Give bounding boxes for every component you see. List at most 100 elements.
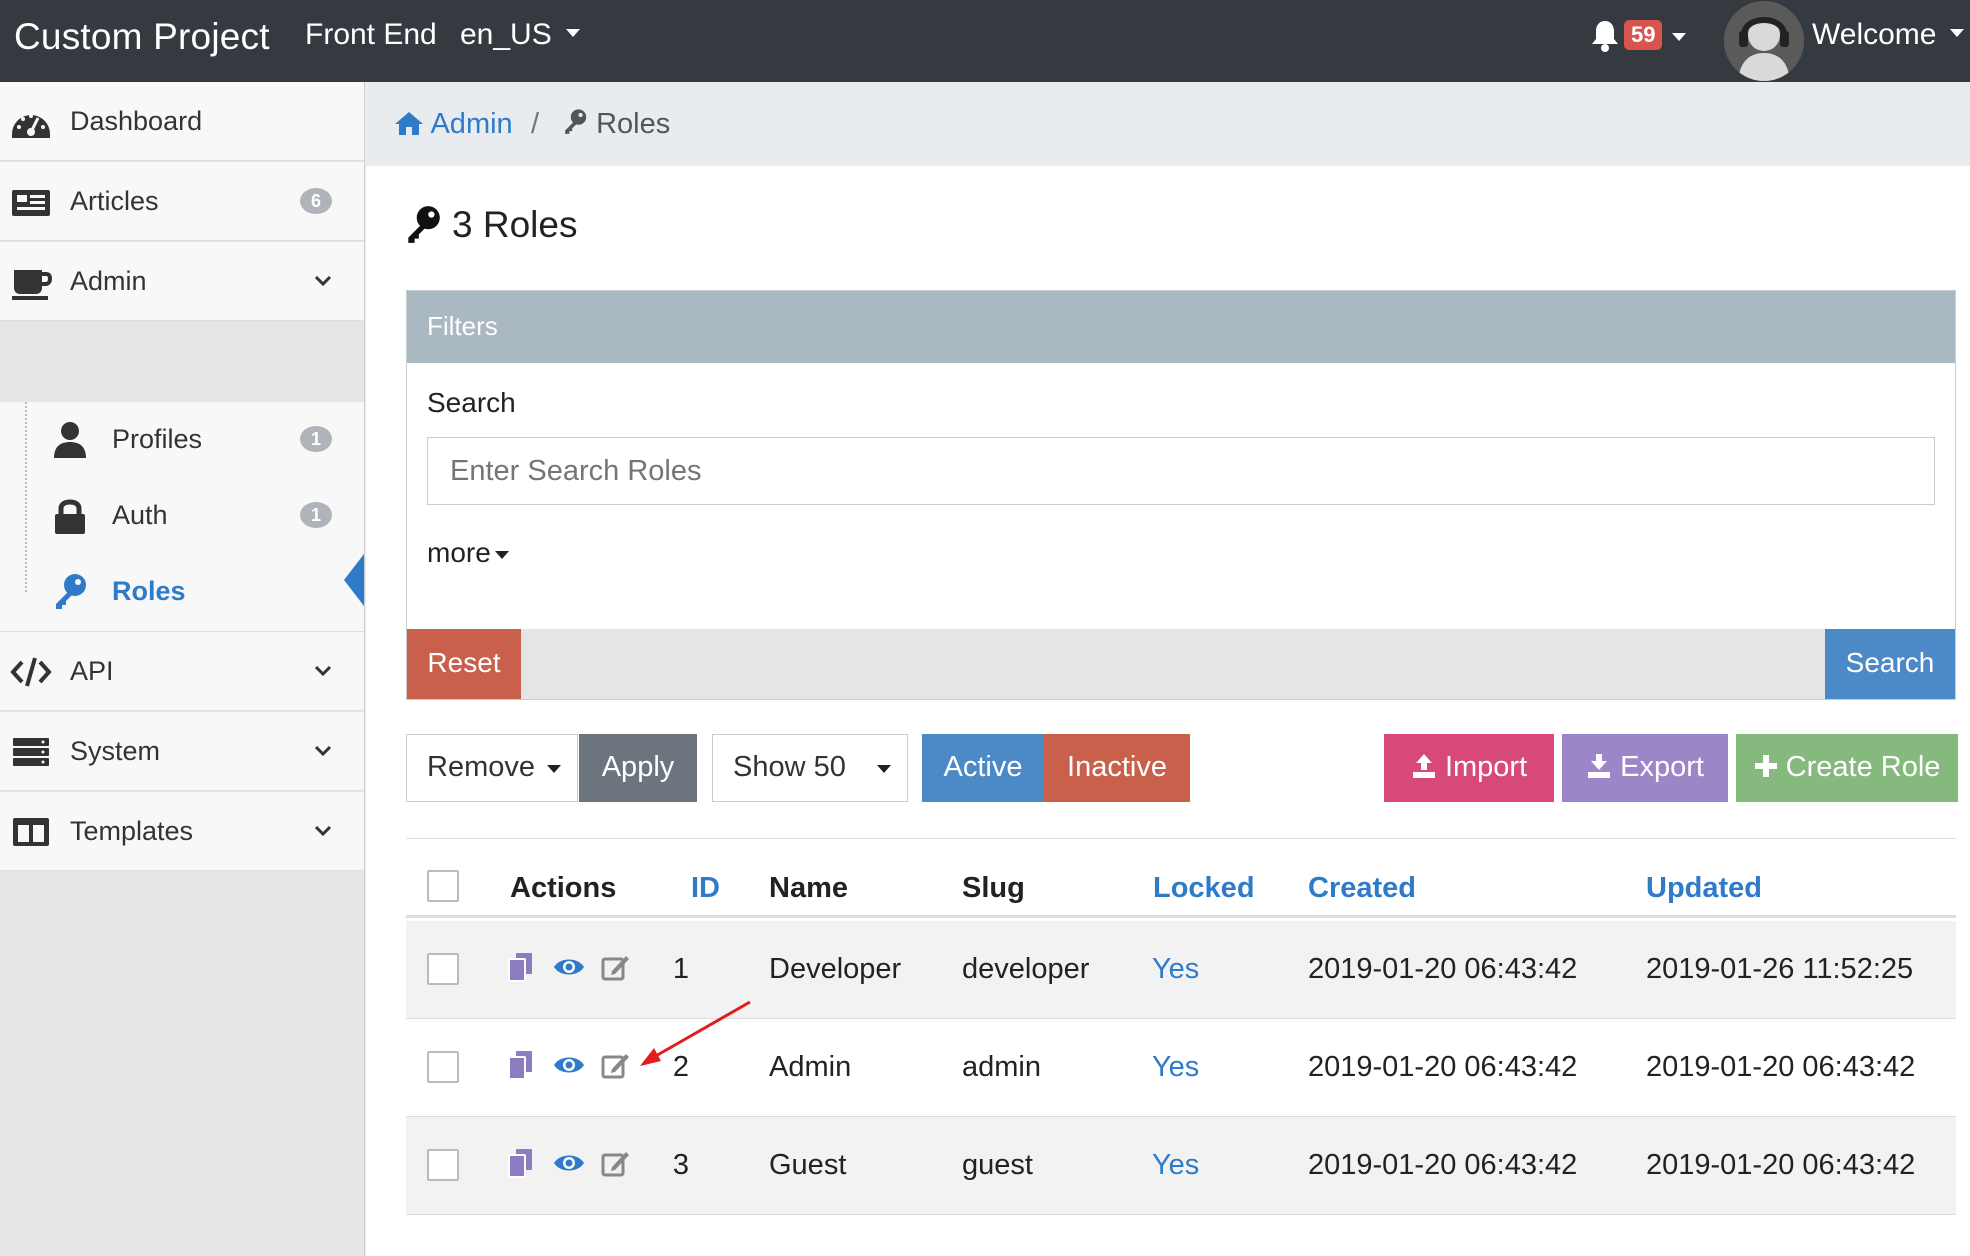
active-indicator	[344, 554, 364, 606]
column-header-locked[interactable]: Locked	[1153, 872, 1255, 905]
brand-title[interactable]: Custom Project	[14, 16, 270, 58]
search-input[interactable]	[427, 437, 1935, 505]
breadcrumb-current: Roles	[562, 108, 670, 141]
sidebar-item-templates[interactable]: Templates	[0, 792, 364, 871]
sidebar-item-roles[interactable]: Roles	[0, 554, 364, 626]
bell-icon[interactable]	[1590, 19, 1620, 53]
cell-name: Admin	[769, 1051, 852, 1083]
sidebar-item-label: Auth	[112, 500, 168, 530]
sidebar-item-label: Roles	[112, 576, 186, 606]
column-header-id[interactable]: ID	[691, 872, 720, 905]
front-end-link[interactable]: Front End	[305, 18, 437, 52]
copy-icon[interactable]	[506, 1147, 536, 1179]
caret-down-icon	[877, 765, 891, 773]
row-checkbox[interactable]	[427, 1149, 459, 1181]
sidebar-item-auth[interactable]: Auth 1	[0, 478, 364, 550]
column-header-updated[interactable]: Updated	[1646, 872, 1762, 905]
sidebar-item-label: Templates	[70, 815, 194, 846]
copy-icon[interactable]	[506, 1049, 536, 1081]
edit-icon[interactable]	[600, 1049, 630, 1081]
locale-dropdown[interactable]: en_US	[460, 18, 580, 52]
active-filter-button[interactable]: Active	[922, 734, 1044, 802]
edit-icon[interactable]	[600, 1147, 630, 1179]
cell-slug: admin	[962, 1051, 1041, 1083]
sidebar-item-label: Articles	[70, 185, 159, 216]
cell-created: 2019-01-20 06:43:42	[1308, 953, 1578, 985]
breadcrumb-admin-link[interactable]: Admin	[394, 108, 513, 141]
copy-icon[interactable]	[506, 951, 536, 983]
caret-down-icon	[565, 29, 580, 38]
cell-updated: 2019-01-20 06:43:42	[1646, 1149, 1916, 1181]
column-header-created[interactable]: Created	[1308, 872, 1416, 905]
filters-panel: Filters Search more Reset Search	[406, 290, 1956, 700]
row-checkbox[interactable]	[427, 953, 459, 985]
bulk-action-value: Remove	[427, 751, 535, 783]
user-avatar-icon	[1724, 1, 1804, 81]
top-navbar: Custom Project Front End en_US 59 Welcom…	[0, 0, 1970, 82]
bulk-action-select[interactable]: Remove	[406, 734, 578, 802]
cell-locked[interactable]: Yes	[1152, 1149, 1199, 1182]
eye-icon[interactable]	[552, 1147, 586, 1179]
search-button[interactable]: Search	[1825, 629, 1955, 699]
table-header: Actions ID Name Slug Locked Created Upda…	[406, 856, 1956, 918]
notification-count-badge: 59	[1624, 20, 1663, 50]
caret-down-icon	[1950, 29, 1965, 38]
main-content: 3 Roles Filters Search more Reset Search…	[366, 166, 1970, 1256]
export-label: Export	[1620, 751, 1704, 783]
sidebar-item-articles[interactable]: Articles 6	[0, 162, 364, 241]
key-icon	[56, 574, 86, 609]
newspaper-icon	[12, 190, 50, 216]
import-button[interactable]: Import	[1384, 734, 1554, 802]
page-title: 3 Roles	[404, 204, 577, 246]
upload-icon	[1412, 754, 1435, 778]
edit-icon[interactable]	[600, 951, 630, 983]
cell-id: 3	[672, 1149, 689, 1181]
home-icon	[395, 112, 423, 135]
page-size-value: Show 50	[733, 751, 846, 783]
cell-locked[interactable]: Yes	[1152, 953, 1199, 986]
cell-created: 2019-01-20 06:43:42	[1308, 1149, 1578, 1181]
column-header-name: Name	[769, 872, 848, 904]
count-badge: 6	[300, 188, 332, 214]
code-icon	[10, 657, 52, 687]
caret-down-icon[interactable]	[1672, 33, 1686, 41]
create-role-button[interactable]: Create Role	[1736, 734, 1958, 802]
chevron-down-icon	[314, 825, 332, 837]
eye-icon[interactable]	[552, 951, 586, 983]
create-role-label: Create Role	[1785, 751, 1941, 783]
caret-down-icon	[494, 550, 509, 559]
export-button[interactable]: Export	[1562, 734, 1728, 802]
breadcrumb-separator: /	[531, 108, 540, 140]
cell-locked[interactable]: Yes	[1152, 1051, 1199, 1084]
caret-down-icon	[547, 765, 561, 773]
row-checkbox[interactable]	[427, 1051, 459, 1083]
welcome-dropdown[interactable]: Welcome	[1812, 18, 1965, 52]
avatar[interactable]	[1724, 1, 1804, 81]
reset-button[interactable]: Reset	[407, 629, 521, 699]
key-icon	[408, 206, 440, 243]
sidebar-item-dashboard[interactable]: Dashboard	[0, 82, 364, 161]
sidebar-item-profiles[interactable]: Profiles 1	[0, 402, 364, 474]
key-icon	[565, 109, 587, 134]
more-filters-toggle[interactable]: more	[427, 537, 509, 569]
inactive-filter-button[interactable]: Inactive	[1044, 734, 1190, 802]
lock-icon	[55, 499, 85, 534]
select-all-checkbox[interactable]	[427, 870, 459, 902]
sidebar-item-system[interactable]: System	[0, 712, 364, 791]
page-size-select[interactable]: Show 50	[712, 734, 908, 802]
apply-button[interactable]: Apply	[579, 734, 697, 802]
server-icon	[13, 738, 49, 766]
user-icon	[54, 422, 86, 458]
tachometer-icon	[12, 114, 50, 138]
cell-id: 1	[672, 953, 689, 985]
locale-label: en_US	[460, 18, 552, 51]
plus-icon	[1754, 755, 1777, 777]
sidebar-item-api[interactable]: API	[0, 632, 364, 711]
sidebar-item-admin[interactable]: Admin	[0, 242, 364, 321]
column-header-slug: Slug	[962, 872, 1025, 904]
cell-created: 2019-01-20 06:43:42	[1308, 1051, 1578, 1083]
cell-slug: developer	[962, 953, 1090, 985]
filters-footer: Reset Search	[407, 629, 1955, 699]
cell-name: Guest	[769, 1149, 847, 1181]
eye-icon[interactable]	[552, 1049, 586, 1081]
